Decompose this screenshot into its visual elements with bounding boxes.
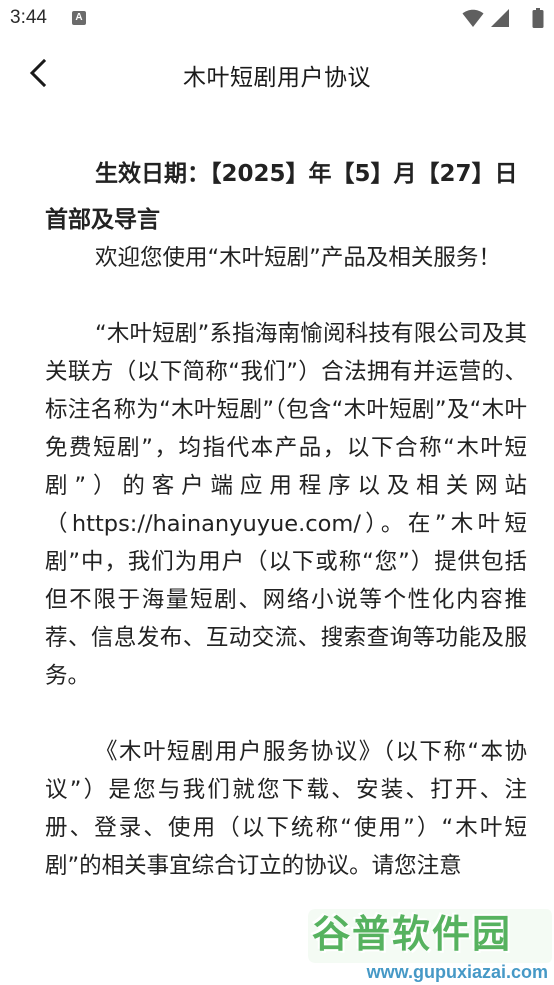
battery-icon	[532, 8, 544, 28]
status-time: 3:44	[10, 7, 47, 28]
watermark-url: www.gupuxiazai.com	[366, 962, 548, 982]
watermark-title: 谷普软件园	[312, 912, 513, 956]
paragraph-definition: “木叶短剧”系指海南愉阅科技有限公司及其关联方（以下简称“我们”）合法拥有并运营…	[45, 321, 527, 689]
section-heading: 首部及导言	[45, 207, 160, 233]
agreement-content: 生效日期：【2025】年【5】月【27】日 首部及导言 欢迎您使用“木叶短剧”产…	[45, 155, 527, 885]
page-title: 木叶短剧用户协议	[183, 65, 371, 91]
effective-date: 生效日期：【2025】年【5】月【27】日	[95, 161, 518, 187]
status-bar: 3:44 A	[0, 0, 554, 38]
notification-app-icon: A	[72, 11, 86, 25]
app-bar: 木叶短剧用户协议	[0, 38, 554, 108]
paragraph-agreement: 《木叶短剧用户服务协议》（以下称“本协议”）是您与我们就您下载、安装、打开、注册…	[45, 739, 527, 879]
paragraph-welcome: 欢迎您使用“木叶短剧”产品及相关服务！	[95, 245, 501, 271]
wifi-icon	[462, 9, 484, 27]
site-watermark: 谷普软件园 www.gupuxiazai.com	[306, 899, 554, 985]
cellular-signal-icon	[491, 9, 509, 27]
